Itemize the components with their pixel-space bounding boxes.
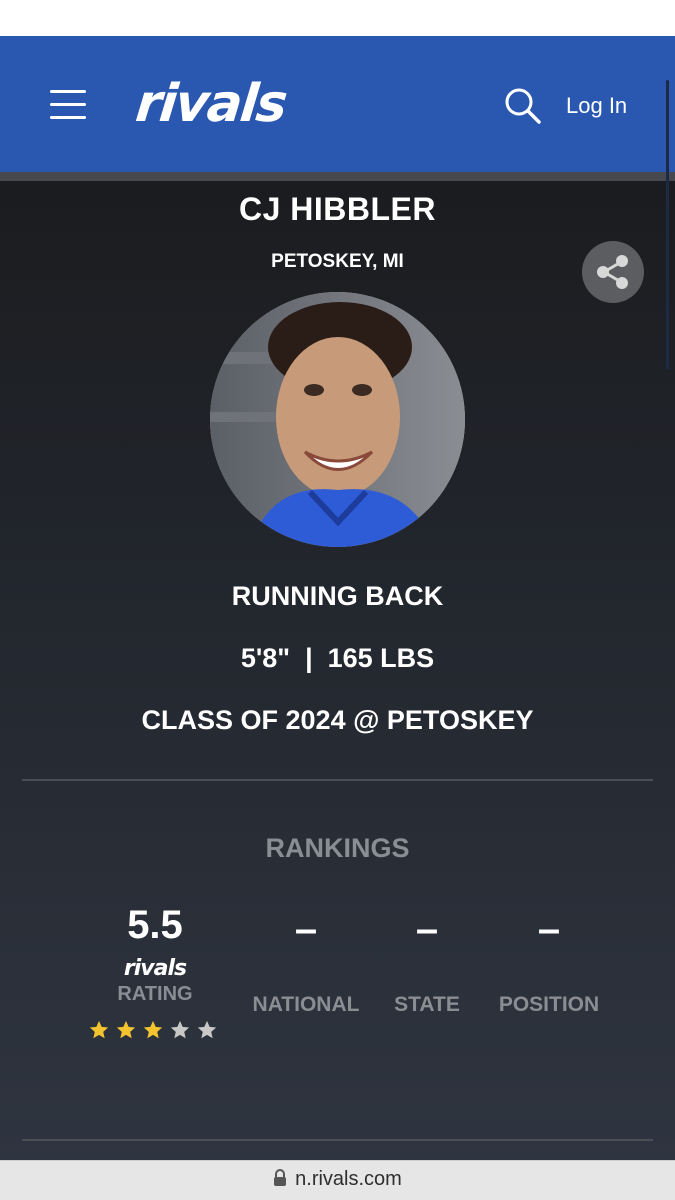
star-icon [170, 1020, 190, 1039]
menu-icon[interactable] [50, 90, 86, 120]
browser-url: n.rivals.com [295, 1168, 402, 1190]
rankings-title: RANKINGS [265, 833, 410, 863]
rank-position: – POSITION [484, 903, 614, 1017]
player-name: CJ HIBBLER [238, 191, 436, 227]
rank-national-label: NATIONAL [252, 993, 360, 1016]
rivals-logo[interactable]: rivals [133, 74, 289, 134]
rank-position-label: POSITION [498, 993, 600, 1016]
star-rating [88, 1019, 222, 1043]
star-icon [116, 1020, 136, 1039]
rank-position-value: – [537, 907, 561, 951]
share-button[interactable] [582, 241, 644, 303]
player-measurements: 5'8" | 165 LBS [240, 643, 435, 673]
divider [22, 1139, 653, 1141]
rank-state: – STATE [362, 903, 492, 1017]
rating-label: RATING [117, 983, 193, 1005]
player-hometown: PETOSKEY, MI [271, 251, 404, 272]
divider [22, 779, 653, 781]
player-position: RUNNING BACK [231, 581, 444, 611]
player-photo [210, 292, 465, 547]
rating-logo: rivals [123, 956, 187, 981]
status-area [0, 0, 675, 36]
star-icon [143, 1020, 163, 1039]
rank-national: – NATIONAL [241, 903, 371, 1017]
star-icon [197, 1020, 217, 1039]
rank-state-label: STATE [394, 993, 460, 1016]
rank-national-value: – [294, 907, 318, 951]
search-icon[interactable] [503, 86, 543, 126]
login-link[interactable]: Log In [566, 92, 627, 120]
profile-section: CJ HIBBLER PETOSKEY, MI RUNNING BACK 5'8… [0, 172, 675, 1160]
share-icon [597, 255, 628, 289]
site-header: rivals Log In [0, 36, 675, 172]
lock-icon [273, 1169, 287, 1193]
scrollbar[interactable] [666, 80, 669, 370]
player-class: CLASS OF 2024 @ PETOSKEY [141, 705, 534, 735]
rank-state-value: – [415, 907, 439, 951]
browser-address-bar[interactable]: n.rivals.com [0, 1160, 675, 1200]
star-icon [89, 1020, 109, 1039]
rating-value: 5.5 [127, 903, 183, 947]
